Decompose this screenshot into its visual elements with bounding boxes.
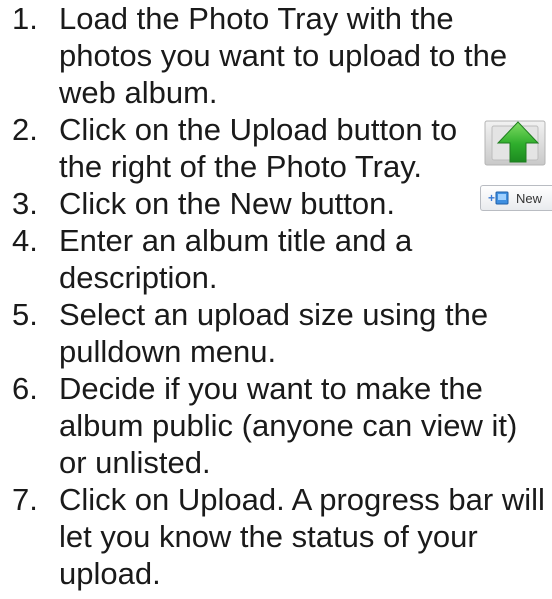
upload-button[interactable] <box>484 117 552 167</box>
step-item: 3. Click on the New button. <box>0 185 465 222</box>
step-number: 6. <box>12 371 38 406</box>
upload-arrow-icon <box>484 120 546 166</box>
new-button-label: New <box>516 190 543 206</box>
step-item: 7. Click on Upload. A progress bar will … <box>0 481 552 592</box>
step-item: 4. Enter an album title and a descriptio… <box>0 222 465 296</box>
step-text: Select an upload size using the pulldown… <box>59 297 489 369</box>
step-item: 5. Select an upload size using the pulld… <box>0 296 530 370</box>
step-text: Click on the New button. <box>59 186 396 221</box>
step-text: Click on the Upload button to the right … <box>59 112 458 184</box>
add-album-icon: + <box>488 191 509 205</box>
step-number: 7. <box>12 482 38 517</box>
new-button[interactable]: + New <box>480 185 552 211</box>
step-number: 4. <box>12 223 38 258</box>
instructions-page: 1. Load the Photo Tray with the photos y… <box>0 0 552 599</box>
step-number: 1. <box>12 1 38 36</box>
step-text: Enter an album title and a description. <box>59 223 413 295</box>
step-number: 2. <box>12 112 38 147</box>
step-item: 2. Click on the Upload button to the rig… <box>0 111 465 185</box>
step-text: Decide if you want to make the album pub… <box>59 371 518 480</box>
step-text: Load the Photo Tray with the photos you … <box>59 1 508 110</box>
step-number: 5. <box>12 297 38 332</box>
step-text: Click on Upload. A progress bar will let… <box>59 482 545 591</box>
step-item: 6. Decide if you want to make the album … <box>0 370 552 481</box>
svg-text:+: + <box>488 191 495 205</box>
step-number: 3. <box>12 186 38 221</box>
steps-list: 1. Load the Photo Tray with the photos y… <box>0 0 552 592</box>
step-item: 1. Load the Photo Tray with the photos y… <box>0 0 530 111</box>
